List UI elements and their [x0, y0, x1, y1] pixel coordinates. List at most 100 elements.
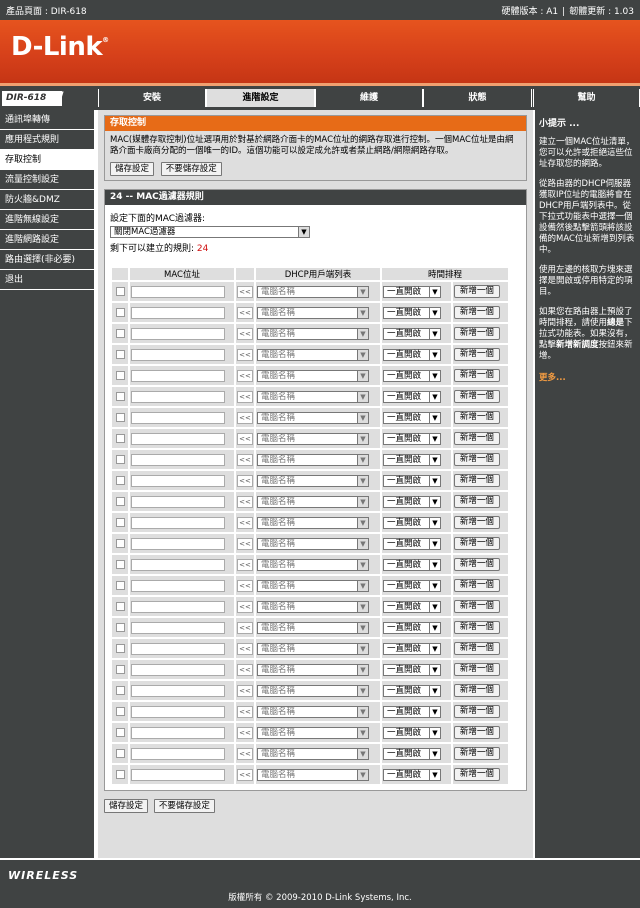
add-new-schedule-button[interactable]: 新增一個 — [453, 579, 500, 592]
dhcp-client-select[interactable]: 電腦名稱 ▼ — [257, 348, 369, 361]
schedule-select[interactable]: 一直開啟 ▼ — [383, 516, 441, 529]
dont-save-settings-button[interactable]: 不要儲存設定 — [160, 162, 222, 176]
dhcp-client-select[interactable]: 電腦名稱 ▼ — [257, 390, 369, 403]
rule-enable-checkbox[interactable] — [115, 728, 125, 737]
add-new-schedule-button[interactable]: 新增一個 — [453, 306, 500, 319]
copy-mac-button[interactable]: << — [237, 516, 253, 529]
copy-mac-button[interactable]: << — [237, 621, 253, 634]
mac-address-input[interactable] — [131, 600, 225, 613]
add-new-schedule-button[interactable]: 新增一個 — [453, 705, 500, 718]
rule-enable-checkbox[interactable] — [115, 623, 125, 632]
schedule-select[interactable]: 一直開啟 ▼ — [383, 369, 441, 382]
schedule-select[interactable]: 一直開啟 ▼ — [383, 684, 441, 697]
dhcp-client-select[interactable]: 電腦名稱 ▼ — [257, 747, 369, 760]
schedule-select[interactable]: 一直開啟 ▼ — [383, 453, 441, 466]
schedule-select[interactable]: 一直開啟 ▼ — [383, 579, 441, 592]
add-new-schedule-button[interactable]: 新增一個 — [453, 516, 500, 529]
dhcp-client-select[interactable]: 電腦名稱 ▼ — [257, 306, 369, 319]
copy-mac-button[interactable]: << — [237, 348, 253, 361]
save-settings-button[interactable]: 儲存設定 — [110, 162, 155, 176]
dhcp-client-select[interactable]: 電腦名稱 ▼ — [257, 285, 369, 298]
rule-enable-checkbox[interactable] — [115, 581, 125, 590]
schedule-select[interactable]: 一直開啟 ▼ — [383, 411, 441, 424]
add-new-schedule-button[interactable]: 新增一個 — [453, 369, 500, 382]
copy-mac-button[interactable]: << — [237, 285, 253, 298]
add-new-schedule-button[interactable]: 新增一個 — [453, 453, 500, 466]
mac-address-input[interactable] — [131, 663, 225, 676]
mac-address-input[interactable] — [131, 558, 225, 571]
schedule-select[interactable]: 一直開啟 ▼ — [383, 663, 441, 676]
sidebar-item-routing[interactable]: 路由選擇(非必要) — [0, 250, 94, 270]
add-new-schedule-button[interactable]: 新增一個 — [453, 663, 500, 676]
rule-enable-checkbox[interactable] — [115, 749, 125, 758]
schedule-select[interactable]: 一直開啟 ▼ — [383, 537, 441, 550]
sidebar-item-application-rules[interactable]: 應用程式規則 — [0, 130, 94, 150]
mac-address-input[interactable] — [131, 285, 225, 298]
schedule-select[interactable]: 一直開啟 ▼ — [383, 432, 441, 445]
add-new-schedule-button[interactable]: 新增一個 — [453, 558, 500, 571]
dhcp-client-select[interactable]: 電腦名稱 ▼ — [257, 453, 369, 466]
mac-address-input[interactable] — [131, 348, 225, 361]
copy-mac-button[interactable]: << — [237, 411, 253, 424]
mac-address-input[interactable] — [131, 474, 225, 487]
mac-address-input[interactable] — [131, 747, 225, 760]
schedule-select[interactable]: 一直開啟 ▼ — [383, 474, 441, 487]
mac-address-input[interactable] — [131, 621, 225, 634]
copy-mac-button[interactable]: << — [237, 726, 253, 739]
rule-enable-checkbox[interactable] — [115, 686, 125, 695]
add-new-schedule-button[interactable]: 新增一個 — [453, 768, 500, 781]
mac-address-input[interactable] — [131, 432, 225, 445]
tab-status[interactable]: 狀態 — [423, 89, 532, 107]
tab-maintenance[interactable]: 維護 — [315, 89, 423, 107]
tab-help[interactable]: 幫助 — [533, 89, 640, 107]
schedule-select[interactable]: 一直開啟 ▼ — [383, 642, 441, 655]
rule-enable-checkbox[interactable] — [115, 770, 125, 779]
mac-address-input[interactable] — [131, 411, 225, 424]
rule-enable-checkbox[interactable] — [115, 707, 125, 716]
add-new-schedule-button[interactable]: 新增一個 — [453, 327, 500, 340]
rule-enable-checkbox[interactable] — [115, 329, 125, 338]
copy-mac-button[interactable]: << — [237, 747, 253, 760]
schedule-select[interactable]: 一直開啟 ▼ — [383, 390, 441, 403]
add-new-schedule-button[interactable]: 新增一個 — [453, 411, 500, 424]
mac-address-input[interactable] — [131, 684, 225, 697]
tab-advanced[interactable]: 進階設定 — [206, 89, 315, 107]
rule-enable-checkbox[interactable] — [115, 455, 125, 464]
add-new-schedule-button[interactable]: 新增一個 — [453, 621, 500, 634]
copy-mac-button[interactable]: << — [237, 663, 253, 676]
add-new-schedule-button[interactable]: 新增一個 — [453, 348, 500, 361]
copy-mac-button[interactable]: << — [237, 369, 253, 382]
copy-mac-button[interactable]: << — [237, 642, 253, 655]
add-new-schedule-button[interactable]: 新增一個 — [453, 600, 500, 613]
mac-address-input[interactable] — [131, 642, 225, 655]
copy-mac-button[interactable]: << — [237, 474, 253, 487]
dhcp-client-select[interactable]: 電腦名稱 ▼ — [257, 558, 369, 571]
dhcp-client-select[interactable]: 電腦名稱 ▼ — [257, 621, 369, 634]
dhcp-client-select[interactable]: 電腦名稱 ▼ — [257, 327, 369, 340]
schedule-select[interactable]: 一直開啟 ▼ — [383, 747, 441, 760]
dont-save-settings-button-bottom[interactable]: 不要儲存設定 — [153, 799, 215, 813]
schedule-select[interactable]: 一直開啟 ▼ — [383, 495, 441, 508]
schedule-select[interactable]: 一直開啟 ▼ — [383, 726, 441, 739]
dhcp-client-select[interactable]: 電腦名稱 ▼ — [257, 495, 369, 508]
sidebar-item-traffic-control[interactable]: 流量控制設定 — [0, 170, 94, 190]
sidebar-item-advanced-network[interactable]: 進階網路設定 — [0, 230, 94, 250]
rule-enable-checkbox[interactable] — [115, 602, 125, 611]
sidebar-item-port-forwarding[interactable]: 通訊埠轉傳 — [0, 110, 94, 130]
add-new-schedule-button[interactable]: 新增一個 — [453, 495, 500, 508]
sidebar-item-access-control[interactable]: 存取控制 — [0, 150, 94, 170]
schedule-select[interactable]: 一直開啟 ▼ — [383, 705, 441, 718]
copy-mac-button[interactable]: << — [237, 705, 253, 718]
rule-enable-checkbox[interactable] — [115, 665, 125, 674]
copy-mac-button[interactable]: << — [237, 327, 253, 340]
rule-enable-checkbox[interactable] — [115, 497, 125, 506]
rule-enable-checkbox[interactable] — [115, 371, 125, 380]
mac-address-input[interactable] — [131, 453, 225, 466]
rule-enable-checkbox[interactable] — [115, 560, 125, 569]
schedule-select[interactable]: 一直開啟 ▼ — [383, 768, 441, 781]
sidebar-item-firewall-dmz[interactable]: 防火牆&DMZ — [0, 190, 94, 210]
copy-mac-button[interactable]: << — [237, 537, 253, 550]
save-settings-button-bottom[interactable]: 儲存設定 — [104, 799, 149, 813]
rule-enable-checkbox[interactable] — [115, 434, 125, 443]
copy-mac-button[interactable]: << — [237, 453, 253, 466]
